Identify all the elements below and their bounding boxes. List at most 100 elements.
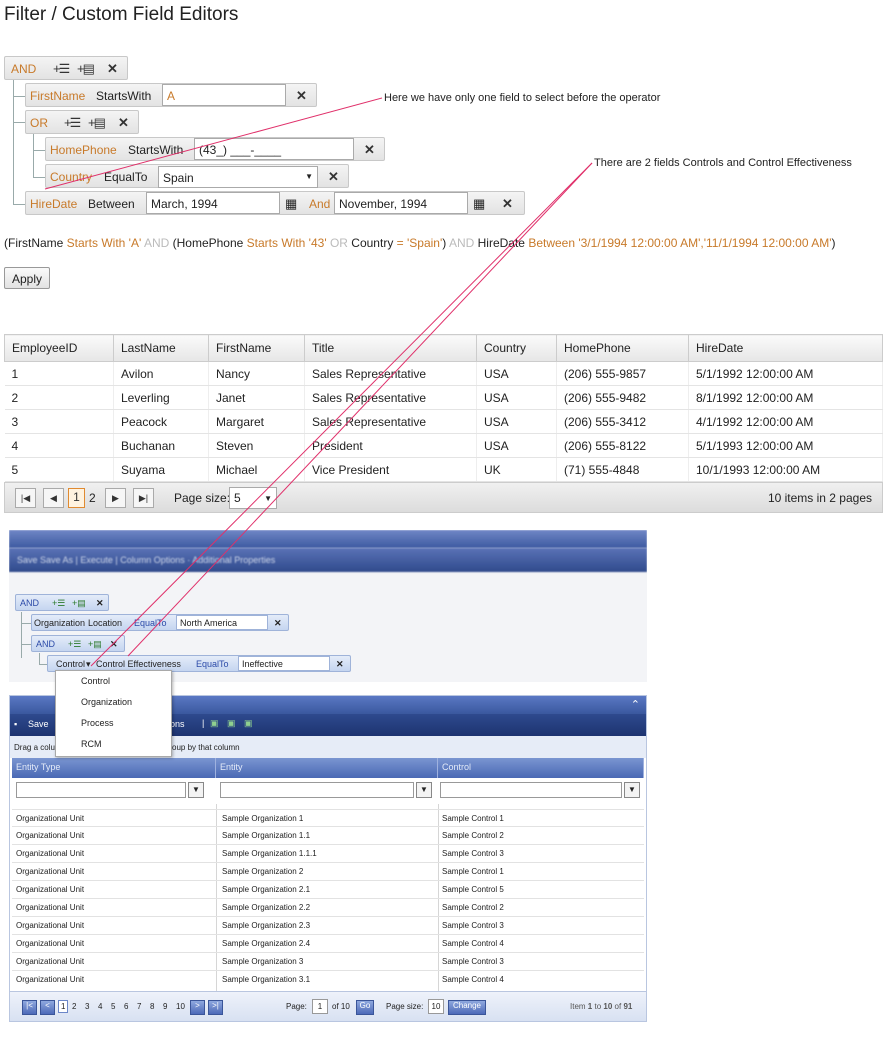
first-page-icon[interactable]: |◀ — [15, 488, 36, 508]
operator[interactable]: EqualTo — [104, 170, 147, 184]
field-name[interactable]: HomePhone — [50, 143, 117, 157]
column-header[interactable]: Title — [304, 334, 477, 362]
root-operator[interactable]: AND — [11, 62, 36, 76]
column-header[interactable]: Country — [476, 334, 557, 362]
page-link[interactable]: 6 — [124, 1002, 128, 1011]
go-button[interactable]: Go — [356, 1000, 374, 1015]
table-row[interactable]: 4 Buchanan Steven President USA (206) 555-812… — [4, 433, 883, 458]
column-header[interactable]: EmployeeID — [4, 334, 114, 362]
menu-item-process[interactable]: Process — [81, 718, 114, 728]
remove-icon[interactable]: ✕ — [110, 639, 118, 650]
menu-item-organization[interactable]: Organization — [81, 697, 132, 707]
prev-page-icon[interactable]: ◀ — [43, 488, 64, 508]
remove-icon[interactable]: ✕ — [296, 88, 307, 104]
change-button[interactable]: Change — [448, 1000, 486, 1015]
add-condition-icon[interactable]: +☰ — [52, 598, 65, 609]
date-from-input[interactable]: March, 1994 — [146, 192, 280, 214]
page-link[interactable]: 10 — [176, 1002, 185, 1011]
save-icon[interactable]: ▪ — [14, 719, 17, 729]
field-name[interactable]: FirstName — [30, 89, 85, 103]
filter-input[interactable] — [16, 782, 186, 798]
page-link[interactable]: 3 — [85, 1002, 89, 1011]
last-page-icon[interactable]: ▶| — [133, 488, 154, 508]
operator[interactable]: EqualTo — [134, 618, 167, 628]
value-input[interactable]: North America — [176, 615, 268, 630]
remove-icon[interactable]: ✕ — [502, 196, 513, 212]
field-name[interactable]: Country — [50, 170, 92, 184]
column-header[interactable]: HireDate — [688, 334, 883, 362]
page-link[interactable]: 1 — [58, 1000, 69, 1013]
page-link[interactable]: 9 — [163, 1002, 167, 1011]
apply-button[interactable]: Apply — [4, 267, 50, 289]
value-select[interactable]: Spain ▼ — [158, 166, 318, 188]
collapse-icon[interactable]: ⌃ — [631, 698, 640, 711]
operator[interactable]: StartsWith — [128, 143, 183, 157]
save-button[interactable]: Save — [28, 719, 49, 729]
last-page-icon[interactable]: >| — [208, 1000, 223, 1015]
page-link[interactable]: 4 — [98, 1002, 102, 1011]
value-input[interactable]: (43_) ___-____ — [194, 138, 354, 160]
field-name[interactable]: HireDate — [30, 197, 77, 211]
column-header[interactable]: FirstName — [208, 334, 305, 362]
filter-input[interactable] — [220, 782, 414, 798]
field-2[interactable]: Location — [88, 618, 122, 628]
operator[interactable]: EqualTo — [196, 659, 229, 669]
group-operator[interactable]: OR — [30, 116, 48, 130]
filter-input[interactable] — [440, 782, 622, 798]
remove-icon[interactable]: ✕ — [96, 598, 104, 609]
add-group-icon[interactable]: +▤ — [72, 598, 86, 609]
add-condition-icon[interactable]: +☰ — [53, 61, 70, 77]
table-row[interactable]: 3 Peacock Margaret Sales Representative USA(… — [4, 409, 883, 434]
value-input[interactable]: Ineffective — [238, 656, 330, 671]
remove-icon[interactable]: ✕ — [274, 618, 282, 629]
filter-icon[interactable]: ▼ — [416, 782, 432, 798]
filter-icon[interactable]: ▼ — [188, 782, 204, 798]
menu-item-rcm[interactable]: RCM — [81, 739, 102, 749]
export-icon[interactable]: ▣ — [227, 718, 236, 729]
page-link[interactable]: 7 — [137, 1002, 141, 1011]
column-header[interactable]: Entity Type — [12, 758, 216, 778]
field-1[interactable]: Organization — [34, 618, 85, 628]
remove-icon[interactable]: ✕ — [328, 169, 339, 185]
remove-icon[interactable]: ✕ — [118, 115, 129, 131]
column-header[interactable]: Entity — [216, 758, 438, 778]
group-operator[interactable]: AND — [36, 639, 55, 649]
add-group-icon[interactable]: +▤ — [88, 639, 102, 650]
add-group-icon[interactable]: +▤ — [77, 61, 95, 77]
field-1[interactable]: Control — [56, 659, 85, 669]
column-options-button[interactable]: ons — [170, 719, 185, 729]
group-operator[interactable]: AND — [20, 598, 39, 608]
page-link[interactable]: 5 — [111, 1002, 115, 1011]
prev-page-icon[interactable]: < — [40, 1000, 55, 1015]
column-header[interactable]: Control — [438, 758, 644, 778]
page-link[interactable]: 8 — [150, 1002, 154, 1011]
remove-icon[interactable]: ✕ — [107, 61, 118, 77]
page-2-link[interactable]: 2 — [89, 491, 96, 505]
page-size-input[interactable]: 10 — [428, 999, 444, 1014]
chevron-down-icon[interactable]: ▼ — [264, 494, 272, 503]
refresh-icon[interactable]: ▣ — [244, 718, 253, 729]
operator[interactable]: Between — [88, 197, 135, 211]
field-2[interactable]: Control Effectiveness — [96, 659, 181, 669]
table-row[interactable]: 2 Leverling Janet Sales Representative USA (2… — [4, 385, 883, 410]
filter-icon[interactable]: ▼ — [624, 782, 640, 798]
page-input[interactable]: 1 — [312, 999, 328, 1014]
remove-icon[interactable]: ✕ — [364, 142, 375, 158]
table-row[interactable]: 1 Avilon Nancy Sales Representative USA (206)… — [4, 361, 883, 386]
column-header[interactable]: LastName — [113, 334, 209, 362]
page-link[interactable]: 2 — [72, 1002, 76, 1011]
calendar-icon[interactable]: ▦ — [285, 196, 297, 212]
page-size-select[interactable]: 5 ▼ — [229, 487, 277, 509]
chevron-down-icon[interactable]: ▾ — [86, 659, 91, 670]
operator[interactable]: StartsWith — [96, 89, 151, 103]
date-to-input[interactable]: November, 1994 — [334, 192, 468, 214]
menu-item-control[interactable]: Control — [81, 676, 110, 686]
remove-icon[interactable]: ✕ — [336, 659, 344, 670]
column-header[interactable]: HomePhone — [556, 334, 689, 362]
table-row[interactable]: 5 Suyama Michael Vice President UK (71) 555-4… — [4, 457, 883, 482]
next-page-icon[interactable]: ▶ — [105, 488, 126, 508]
add-condition-icon[interactable]: +☰ — [64, 115, 81, 131]
add-group-icon[interactable]: +▤ — [88, 115, 106, 131]
add-condition-icon[interactable]: +☰ — [68, 639, 81, 650]
value-input[interactable]: A — [162, 84, 286, 106]
